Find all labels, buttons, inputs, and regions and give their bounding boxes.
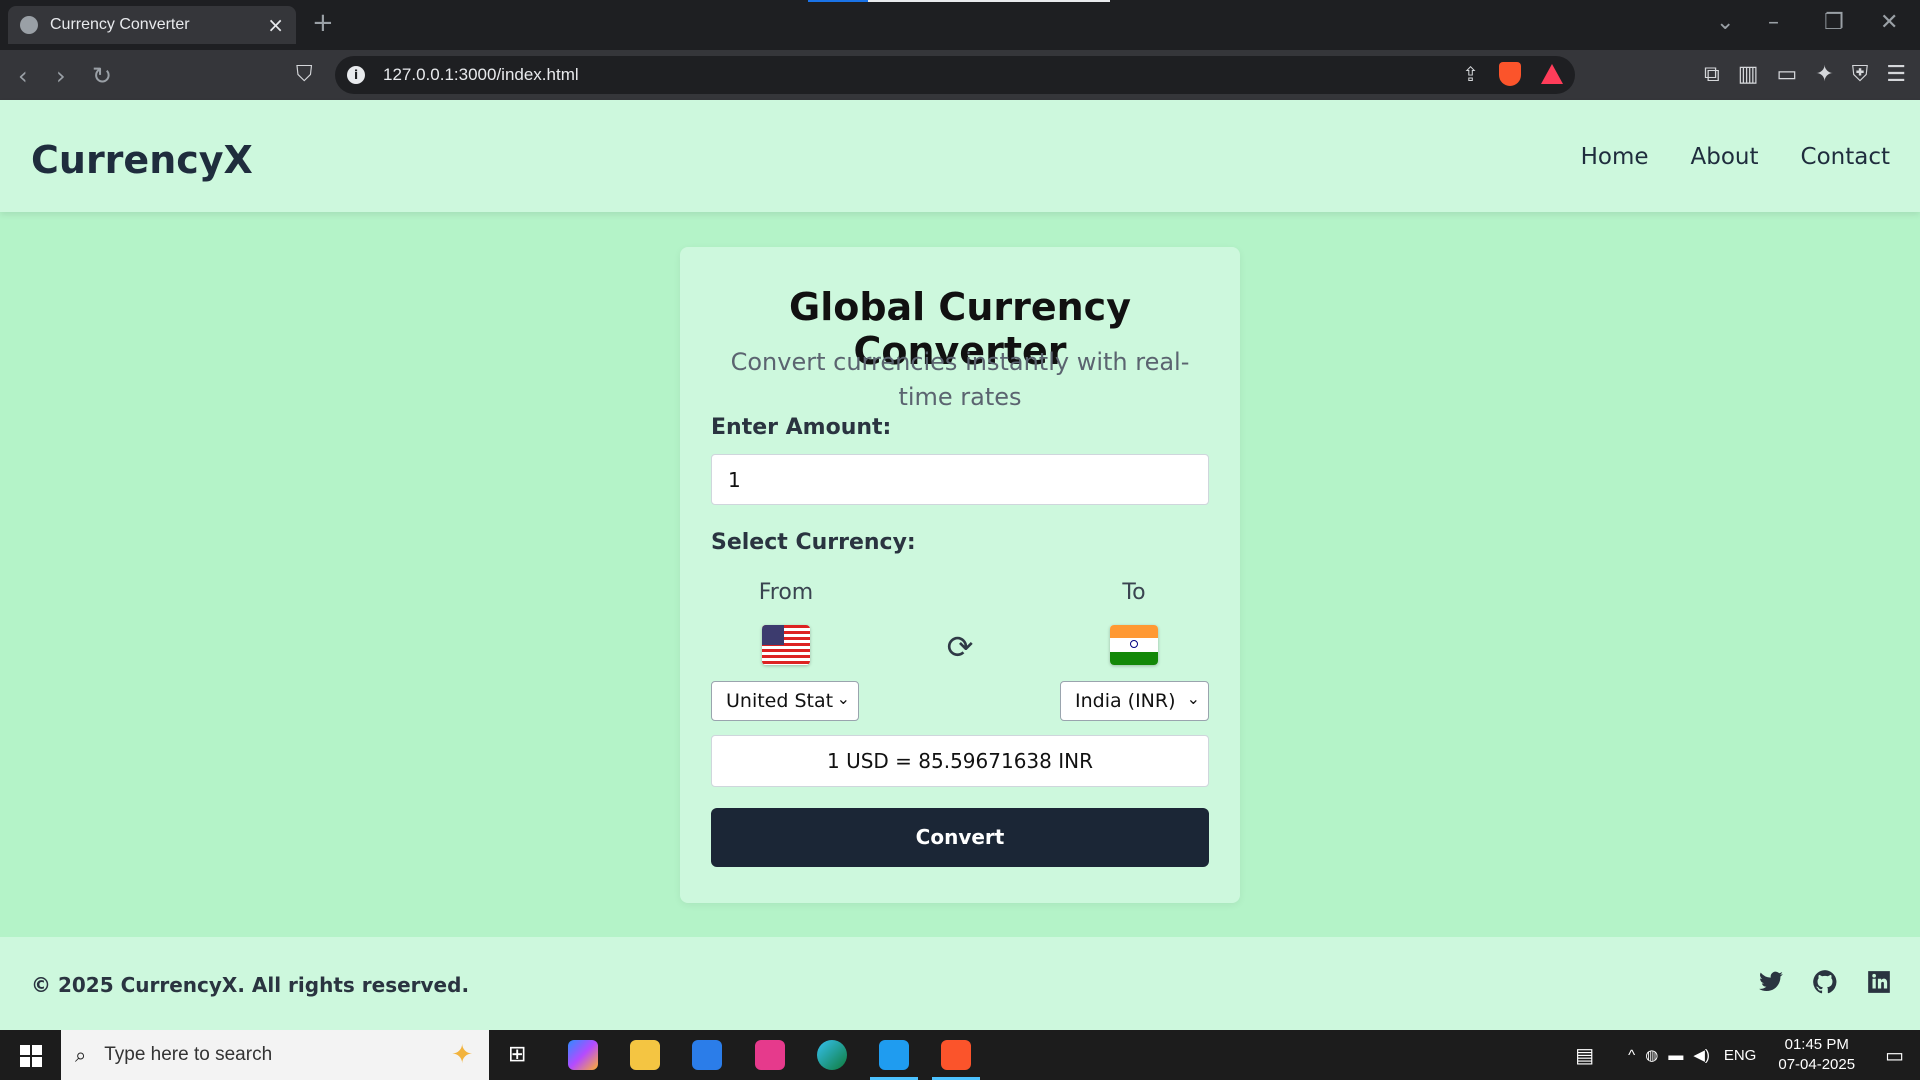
linkedin-icon[interactable] [1866,969,1892,995]
converter-subtitle: Convert currencies instantly with real-t… [730,348,1190,411]
bookmark-icon[interactable]: ⛉ [296,62,313,87]
leo-ai-icon[interactable]: ✦ [1815,62,1833,87]
sidebar-icon[interactable]: ▥ [1738,62,1759,87]
tab-list-chevron-icon[interactable]: ⌄ [1716,10,1734,35]
new-tab-button[interactable]: + [312,8,334,38]
to-currency-select[interactable]: India (INR) ⌄ [1060,681,1209,721]
copyright-text: © 2025 CurrencyX. All rights reserved. [31,973,470,997]
github-icon[interactable] [1812,969,1838,995]
clock-date: 07-04-2025 [1778,1056,1856,1073]
news-widget-icon[interactable]: ▤ [1575,1043,1594,1068]
battery-icon[interactable]: ▬ [1668,1047,1683,1064]
copilot-icon[interactable] [568,1040,598,1070]
browser-toolbar: ‹ › ↻ ⛉ i 127.0.0.1:3000/index.html ⇪ ⧉ … [0,50,1920,100]
from-currency-value: United State [726,690,845,712]
globe-icon [20,16,38,34]
intellij-icon[interactable] [755,1040,785,1070]
system-tray: ▤ ^ ◍ ▬ ◀) ENG 01:45 PM 07-04-2025 ▭ [1575,1030,1920,1080]
browser-tab[interactable]: Currency Converter × [8,6,296,44]
back-icon[interactable]: ‹ [18,62,28,90]
vscode-icon[interactable] [879,1040,909,1070]
swap-currencies-icon[interactable]: ⟳ [942,629,978,665]
forward-icon[interactable]: › [56,62,66,90]
from-label: From [758,580,814,605]
wallet-icon[interactable]: ▭ [1777,62,1798,87]
extensions-icon[interactable]: ⧉ [1704,62,1720,87]
us-flag-icon [762,625,810,665]
convert-button[interactable]: Convert [711,808,1209,867]
browser-tab-bar: Currency Converter × + ⌄ – ❐ ✕ [0,0,1920,50]
search-placeholder: Type here to search [104,1044,273,1065]
india-flag-icon [1110,625,1158,665]
nav-about[interactable]: About [1691,144,1759,170]
social-links [1758,969,1892,995]
taskbar-clock[interactable]: 01:45 PM 07-04-2025 [1778,1035,1855,1075]
task-view-icon[interactable]: ⊞ [508,1042,526,1067]
copilot-sparkle-icon: ✦ [451,1040,473,1070]
close-window-icon[interactable]: ✕ [1880,10,1898,35]
notifications-icon[interactable]: ▭ [1885,1043,1904,1068]
show-hidden-icons-chevron-icon[interactable]: ^ [1628,1047,1635,1064]
clock-time: 01:45 PM [1784,1036,1849,1053]
nav-contact[interactable]: Contact [1801,144,1890,170]
from-currency-select[interactable]: United State ⌄ [711,681,859,721]
to-currency-value: India (INR) [1075,690,1176,712]
taskbar-search[interactable]: ⌕ Type here to search ✦ [61,1030,489,1080]
tab-strip-accent [808,0,868,2]
main-nav: Home About Contact [1581,144,1890,170]
nav-home[interactable]: Home [1581,144,1649,170]
site-logo[interactable]: CurrencyX [31,138,253,182]
share-icon[interactable]: ⇪ [1462,62,1479,86]
amount-label: Enter Amount: [711,415,892,440]
select-currency-label: Select Currency: [711,530,916,555]
restore-icon[interactable]: ❐ [1824,10,1844,35]
search-icon: ⌕ [75,1043,87,1067]
to-label: To [1122,580,1146,605]
network-globe-icon[interactable]: ◍ [1645,1046,1658,1064]
tab-title: Currency Converter [50,16,190,33]
brave-rewards-icon[interactable] [1541,64,1563,84]
minimize-icon[interactable]: – [1768,10,1779,35]
brave-icon[interactable] [941,1040,971,1070]
brave-shields-icon[interactable] [1499,62,1521,86]
site-header: CurrencyX Home About Contact [0,100,1920,212]
vpn-icon[interactable]: ⛨ [1852,62,1869,87]
tab-close-button[interactable]: × [267,13,284,37]
language-indicator[interactable]: ENG [1724,1047,1757,1064]
menu-icon[interactable]: ☰ [1886,62,1906,87]
conversion-result: 1 USD = 85.59671638 INR [711,735,1209,787]
windows-start-icon[interactable] [20,1045,42,1067]
microsoft-store-icon[interactable] [692,1040,722,1070]
chevron-down-icon: ⌄ [832,689,850,708]
chevron-down-icon: ⌄ [1182,689,1200,708]
edge-icon[interactable] [817,1040,847,1070]
twitter-icon[interactable] [1758,969,1784,995]
site-info-icon[interactable]: i [347,66,365,84]
volume-icon[interactable]: ◀) [1693,1046,1710,1064]
site-footer: © 2025 CurrencyX. All rights reserved. [0,937,1920,1030]
file-explorer-icon[interactable] [630,1040,660,1070]
amount-input[interactable] [711,454,1209,505]
reload-icon[interactable]: ↻ [92,62,112,90]
converter-card: Global Currency Converter Convert curren… [680,247,1240,903]
windows-taskbar: ⌕ Type here to search ✦ ⊞ ▤ ^ ◍ ▬ ◀) ENG… [0,1030,1920,1080]
url-text[interactable]: 127.0.0.1:3000/index.html [383,65,579,85]
address-bar[interactable]: i 127.0.0.1:3000/index.html ⇪ [335,56,1575,94]
